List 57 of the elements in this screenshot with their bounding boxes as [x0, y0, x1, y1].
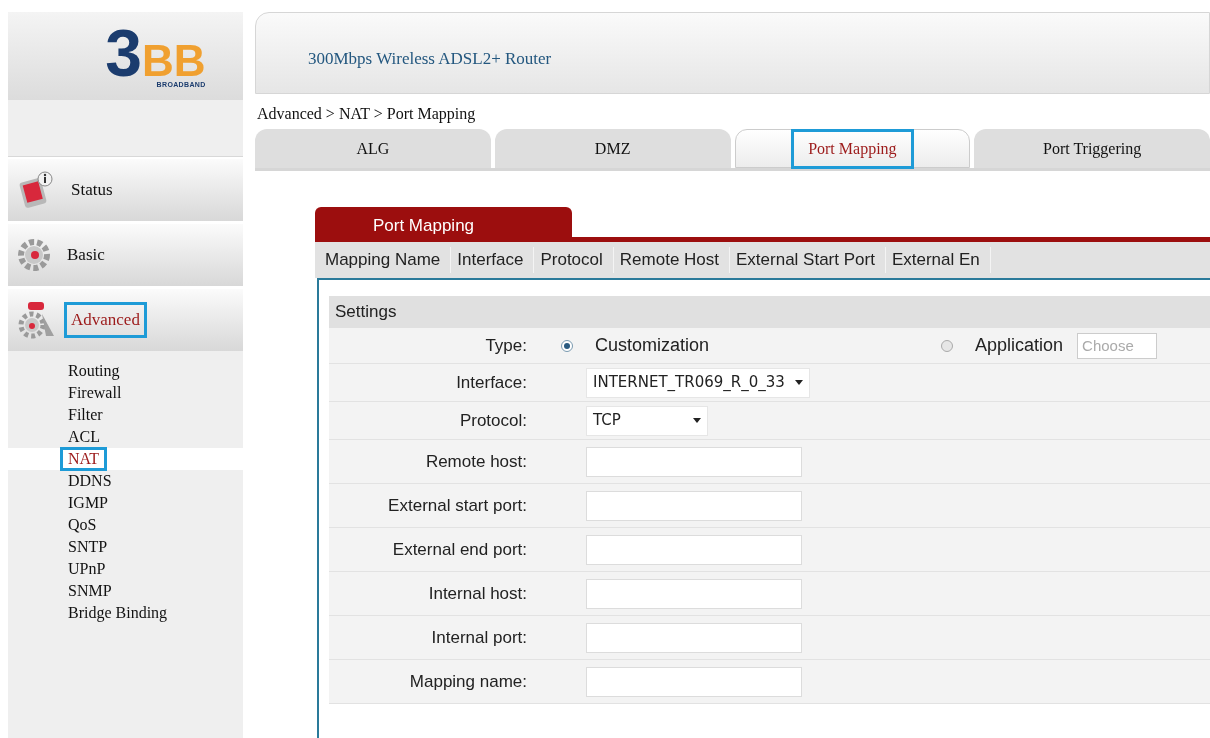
nav-subitem[interactable]: QoS — [68, 516, 97, 534]
input-field[interactable] — [586, 446, 802, 477]
nav-subitem[interactable]: Bridge Binding — [68, 604, 168, 622]
dropdown[interactable]: INTERNET_TR069_R_0_33 — [586, 367, 810, 398]
input-field[interactable] — [586, 490, 802, 521]
nav-subitem[interactable]: SNMP — [68, 582, 112, 600]
input-field[interactable] — [586, 622, 802, 653]
column-header: Protocol — [540, 247, 614, 273]
nav-subitem[interactable]: DDNS — [68, 472, 112, 490]
column-header: External Start Port — [736, 247, 886, 273]
input-field[interactable] — [586, 534, 802, 565]
caret-icon — [693, 418, 701, 423]
gear-icon — [16, 300, 56, 340]
nav-item[interactable]: Advanced — [8, 289, 243, 351]
logo-letters: BB — [142, 40, 206, 81]
nav-subitem[interactable]: ACL — [68, 428, 100, 446]
field-label: Interface: — [455, 371, 528, 394]
nav-subitem[interactable]: NAT — [60, 447, 108, 471]
field-label: Internal port: — [430, 626, 528, 649]
tab[interactable]: DMZ — [494, 129, 731, 168]
tab[interactable]: Port Mapping — [734, 129, 971, 168]
panel-title: Port Mapping — [372, 215, 475, 237]
nav-subitem[interactable]: Filter — [68, 406, 103, 424]
radio-button[interactable] — [561, 339, 573, 352]
logo-mark: 3 — [105, 24, 143, 81]
column-header: Interface — [457, 247, 535, 273]
field-label: Type: — [484, 334, 528, 357]
input-field[interactable] — [586, 578, 802, 609]
dropdown[interactable]: TCP — [586, 405, 708, 436]
field-label: Remote host: — [424, 450, 528, 473]
tab[interactable]: ALG — [255, 129, 491, 168]
nav-subitem[interactable]: UPnP — [68, 560, 106, 578]
nav-subitem[interactable]: SNTP — [68, 538, 108, 556]
column-header: External En — [891, 247, 991, 273]
caret-icon — [794, 380, 803, 385]
nav-subitem[interactable]: Routing — [68, 362, 120, 380]
radio-button[interactable] — [941, 339, 953, 352]
settings-title: Settings — [335, 301, 397, 324]
nav-subitem[interactable]: IGMP — [68, 494, 108, 512]
breadcrumb: Advanced > NAT > Port Mapping — [257, 104, 477, 125]
nav-item[interactable]: Status — [8, 159, 243, 221]
router-title: 300Mbps Wireless ADSL2+ Router — [308, 47, 552, 70]
field-label: External start port: — [387, 494, 528, 517]
field-label: Mapping name: — [408, 670, 528, 693]
column-header: Remote Host — [619, 247, 730, 273]
field-label: Protocol: — [458, 409, 528, 432]
nav-subitem[interactable]: Firewall — [68, 384, 122, 402]
radio-label: Application — [975, 334, 1064, 357]
tab[interactable]: Port Triggering — [974, 129, 1210, 168]
field-label: Internal host: — [427, 582, 528, 605]
application-field[interactable]: Choose — [1077, 332, 1158, 359]
radio-label: Customization — [595, 334, 710, 357]
input-field[interactable] — [586, 666, 802, 697]
field-label: External end port: — [391, 538, 528, 561]
column-header: Mapping Name — [325, 247, 452, 273]
nav-item[interactable]: Basic — [8, 224, 243, 286]
gear-icon — [16, 237, 52, 273]
